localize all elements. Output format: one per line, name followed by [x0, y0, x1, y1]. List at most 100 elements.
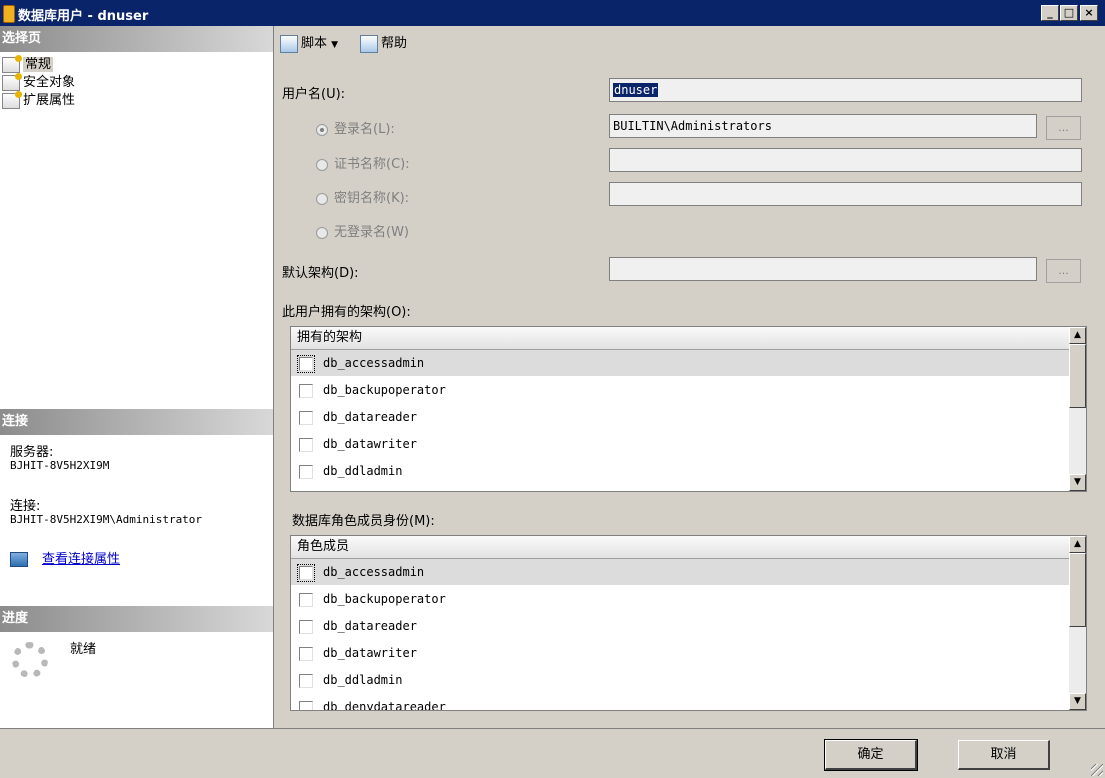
nav-item-extended-properties[interactable]: 扩展属性: [2, 90, 76, 110]
scroll-down-arrow-icon[interactable]: ▼: [1069, 474, 1086, 491]
username-input[interactable]: dnuser: [609, 78, 1082, 102]
role-members-header: 角色成员: [291, 536, 1086, 559]
left-panel: 选择页 常规 安全对象 扩展属性 连接 服务器: BJHIT-8V5H2XI9M…: [0, 26, 274, 728]
scroll-down-arrow-icon[interactable]: ▼: [1069, 693, 1086, 710]
checkbox[interactable]: [299, 646, 313, 661]
progress-spinner-icon: [12, 642, 48, 678]
nav-item-securables[interactable]: 安全对象: [2, 72, 76, 92]
table-row[interactable]: db_ddladmin: [291, 458, 1086, 485]
ok-button[interactable]: 确定: [824, 739, 918, 771]
table-row[interactable]: db_datareader: [291, 613, 1086, 640]
title-bar[interactable]: 数据库用户 - dnuser _ □ ×: [0, 0, 1105, 26]
checkbox[interactable]: [299, 383, 313, 398]
cert-name-field[interactable]: [609, 148, 1082, 172]
table-row[interactable]: db_datawriter: [291, 640, 1086, 667]
server-label: 服务器:: [10, 445, 54, 460]
row-label: db_accessadmin: [323, 356, 425, 370]
close-button[interactable]: ×: [1080, 5, 1098, 21]
connection-header: 连接: [0, 409, 273, 435]
checkbox[interactable]: [297, 354, 315, 373]
checkbox[interactable]: [299, 410, 313, 425]
nav-item-label: 扩展属性: [23, 93, 76, 108]
owned-schemas-grid[interactable]: 拥有的架构 db_accessadmin db_backupoperator d…: [290, 326, 1087, 492]
row-label: db_datawriter: [323, 646, 417, 660]
script-label: 脚本: [301, 36, 328, 51]
radio-icon: [316, 226, 328, 239]
resize-grip-icon[interactable]: [1091, 764, 1103, 776]
row-label: db_ddladmin: [323, 464, 403, 478]
select-page-header: 选择页: [0, 26, 273, 52]
login-name-label: 登录名(L):: [334, 122, 395, 137]
table-row[interactable]: db_accessadmin: [291, 559, 1086, 586]
checkbox[interactable]: [299, 673, 313, 688]
checkbox[interactable]: [299, 592, 313, 607]
row-label: db_denydatareader: [323, 700, 446, 711]
row-label: db_datareader: [323, 410, 417, 424]
login-name-field[interactable]: BUILTIN\Administrators: [609, 114, 1037, 138]
row-label: db_datareader: [323, 619, 417, 633]
key-name-field[interactable]: [609, 182, 1082, 206]
nav-item-general[interactable]: 常规: [2, 54, 54, 74]
nav-item-label: 常规: [23, 57, 54, 72]
checkbox[interactable]: [299, 464, 313, 479]
default-schema-browse-button[interactable]: ...: [1046, 259, 1081, 283]
table-row[interactable]: db_ddladmin: [291, 667, 1086, 694]
radio-icon: [316, 158, 328, 171]
database-icon: [3, 5, 15, 23]
login-name-browse-button[interactable]: ...: [1046, 116, 1081, 140]
script-icon: [280, 34, 298, 53]
connection-value: BJHIT-8V5H2XI9M\Administrator: [10, 513, 203, 526]
scroll-up-arrow-icon[interactable]: ▲: [1069, 327, 1086, 344]
minimize-button[interactable]: _: [1041, 5, 1059, 21]
no-login-label: 无登录名(W): [334, 225, 409, 240]
connection-properties-icon: [10, 552, 28, 567]
owned-schemas-header: 拥有的架构: [291, 327, 1086, 350]
table-row[interactable]: db_backupoperator: [291, 586, 1086, 613]
table-row[interactable]: db_backupoperator: [291, 377, 1086, 404]
table-row[interactable]: db_accessadmin: [291, 350, 1086, 377]
checkbox[interactable]: [299, 700, 313, 710]
row-label: db_backupoperator: [323, 383, 446, 397]
no-login-radio[interactable]: 无登录名(W): [316, 221, 409, 240]
nav-item-label: 安全对象: [23, 75, 76, 90]
table-row[interactable]: db_datawriter: [291, 431, 1086, 458]
page-icon: [2, 90, 22, 109]
view-connection-properties[interactable]: 查看连接属性: [10, 552, 120, 567]
table-row[interactable]: db_datareader: [291, 404, 1086, 431]
connection-label: 连接:: [10, 499, 41, 514]
checkbox[interactable]: [297, 563, 315, 582]
owned-schemas-label: 此用户拥有的架构(O):: [282, 305, 411, 320]
maximize-button[interactable]: □: [1060, 5, 1078, 21]
key-name-label: 密钥名称(K):: [334, 191, 410, 206]
scroll-up-arrow-icon[interactable]: ▲: [1069, 536, 1086, 553]
cert-name-radio[interactable]: 证书名称(C):: [316, 153, 410, 172]
help-button[interactable]: 帮助: [360, 34, 407, 54]
role-members-grid[interactable]: 角色成员 db_accessadmin db_backupoperator db…: [290, 535, 1087, 711]
checkbox[interactable]: [299, 619, 313, 634]
progress-header: 进度: [0, 606, 273, 632]
page-icon: [2, 72, 22, 91]
table-row[interactable]: db_denydatareader: [291, 694, 1086, 711]
key-name-radio[interactable]: 密钥名称(K):: [316, 187, 409, 206]
main-panel: 脚本 ▼ 帮助 用户名(U): dnuser 登录名(L): BUILTIN\A…: [274, 26, 1105, 728]
radio-icon: [316, 192, 328, 205]
scroll-thumb[interactable]: [1069, 553, 1086, 627]
dialog-button-bar: 确定 取消: [0, 728, 1105, 778]
row-label: db_datawriter: [323, 437, 417, 451]
username-value: dnuser: [613, 83, 659, 97]
role-members-scrollbar[interactable]: ▲ ▼: [1069, 536, 1086, 710]
scroll-thumb[interactable]: [1069, 344, 1086, 408]
default-schema-field[interactable]: [609, 257, 1037, 281]
server-value: BJHIT-8V5H2XI9M: [10, 459, 110, 472]
checkbox[interactable]: [299, 437, 313, 452]
owned-schemas-scrollbar[interactable]: ▲ ▼: [1069, 327, 1086, 491]
view-connection-link[interactable]: 查看连接属性: [42, 552, 120, 567]
default-schema-label: 默认架构(D):: [282, 266, 359, 281]
window-title: 数据库用户 - dnuser: [18, 9, 149, 24]
toolbar: 脚本 ▼ 帮助: [274, 26, 1105, 60]
progress-status: 就绪: [70, 642, 97, 657]
login-name-radio[interactable]: 登录名(L):: [316, 118, 395, 137]
cancel-button[interactable]: 取消: [958, 740, 1050, 770]
script-dropdown-button[interactable]: 脚本 ▼: [280, 34, 338, 54]
row-label: db_accessadmin: [323, 565, 425, 579]
